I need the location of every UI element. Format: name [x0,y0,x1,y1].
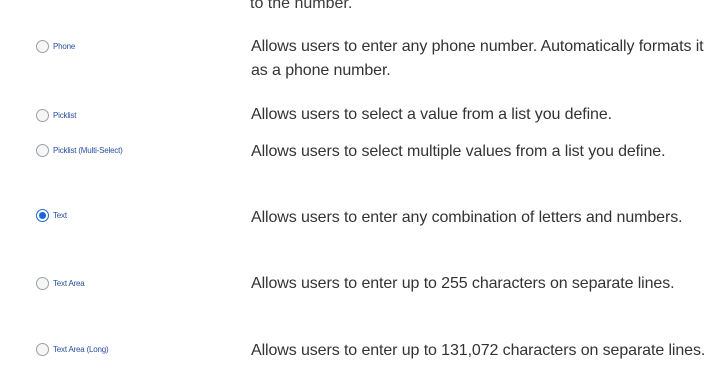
radio-button-text-area-long[interactable] [36,343,49,356]
radio-option-text-area-long[interactable]: Text Area (Long) [36,343,109,356]
radio-option-phone[interactable]: Phone [36,40,75,53]
radio-button-picklist-multi[interactable] [36,144,49,157]
radio-label-phone[interactable]: Phone [53,42,75,51]
radio-label-text-area-long[interactable]: Text Area (Long) [53,345,109,354]
description-phone: Allows users to enter any phone number. … [251,38,704,79]
description-picklist-multi: Allows users to select multiple values f… [251,143,666,160]
radio-button-phone[interactable] [36,40,49,53]
description-picklist: Allows users to select a value from a li… [251,106,612,123]
radio-label-picklist[interactable]: Picklist [53,111,76,120]
radio-option-text-area[interactable]: Text Area [36,277,85,290]
radio-option-picklist[interactable]: Picklist [36,109,76,122]
radio-button-picklist[interactable] [36,109,49,122]
radio-label-text[interactable]: Text [53,211,67,220]
radio-button-text[interactable] [36,209,49,222]
description-text-area: Allows users to enter up to 255 characte… [251,275,675,292]
radio-option-text[interactable]: Text [36,209,67,222]
radio-label-picklist-multi[interactable]: Picklist (Multi-Select) [53,146,123,155]
radio-button-text-area[interactable] [36,277,49,290]
radio-label-text-area[interactable]: Text Area [53,279,85,288]
description-text: Allows users to enter any combination of… [251,209,683,226]
previous-description-fragment: to the number. [250,0,353,12]
radio-option-picklist-multi[interactable]: Picklist (Multi-Select) [36,144,123,157]
description-text-area-long: Allows users to enter up to 131,072 char… [251,342,706,359]
